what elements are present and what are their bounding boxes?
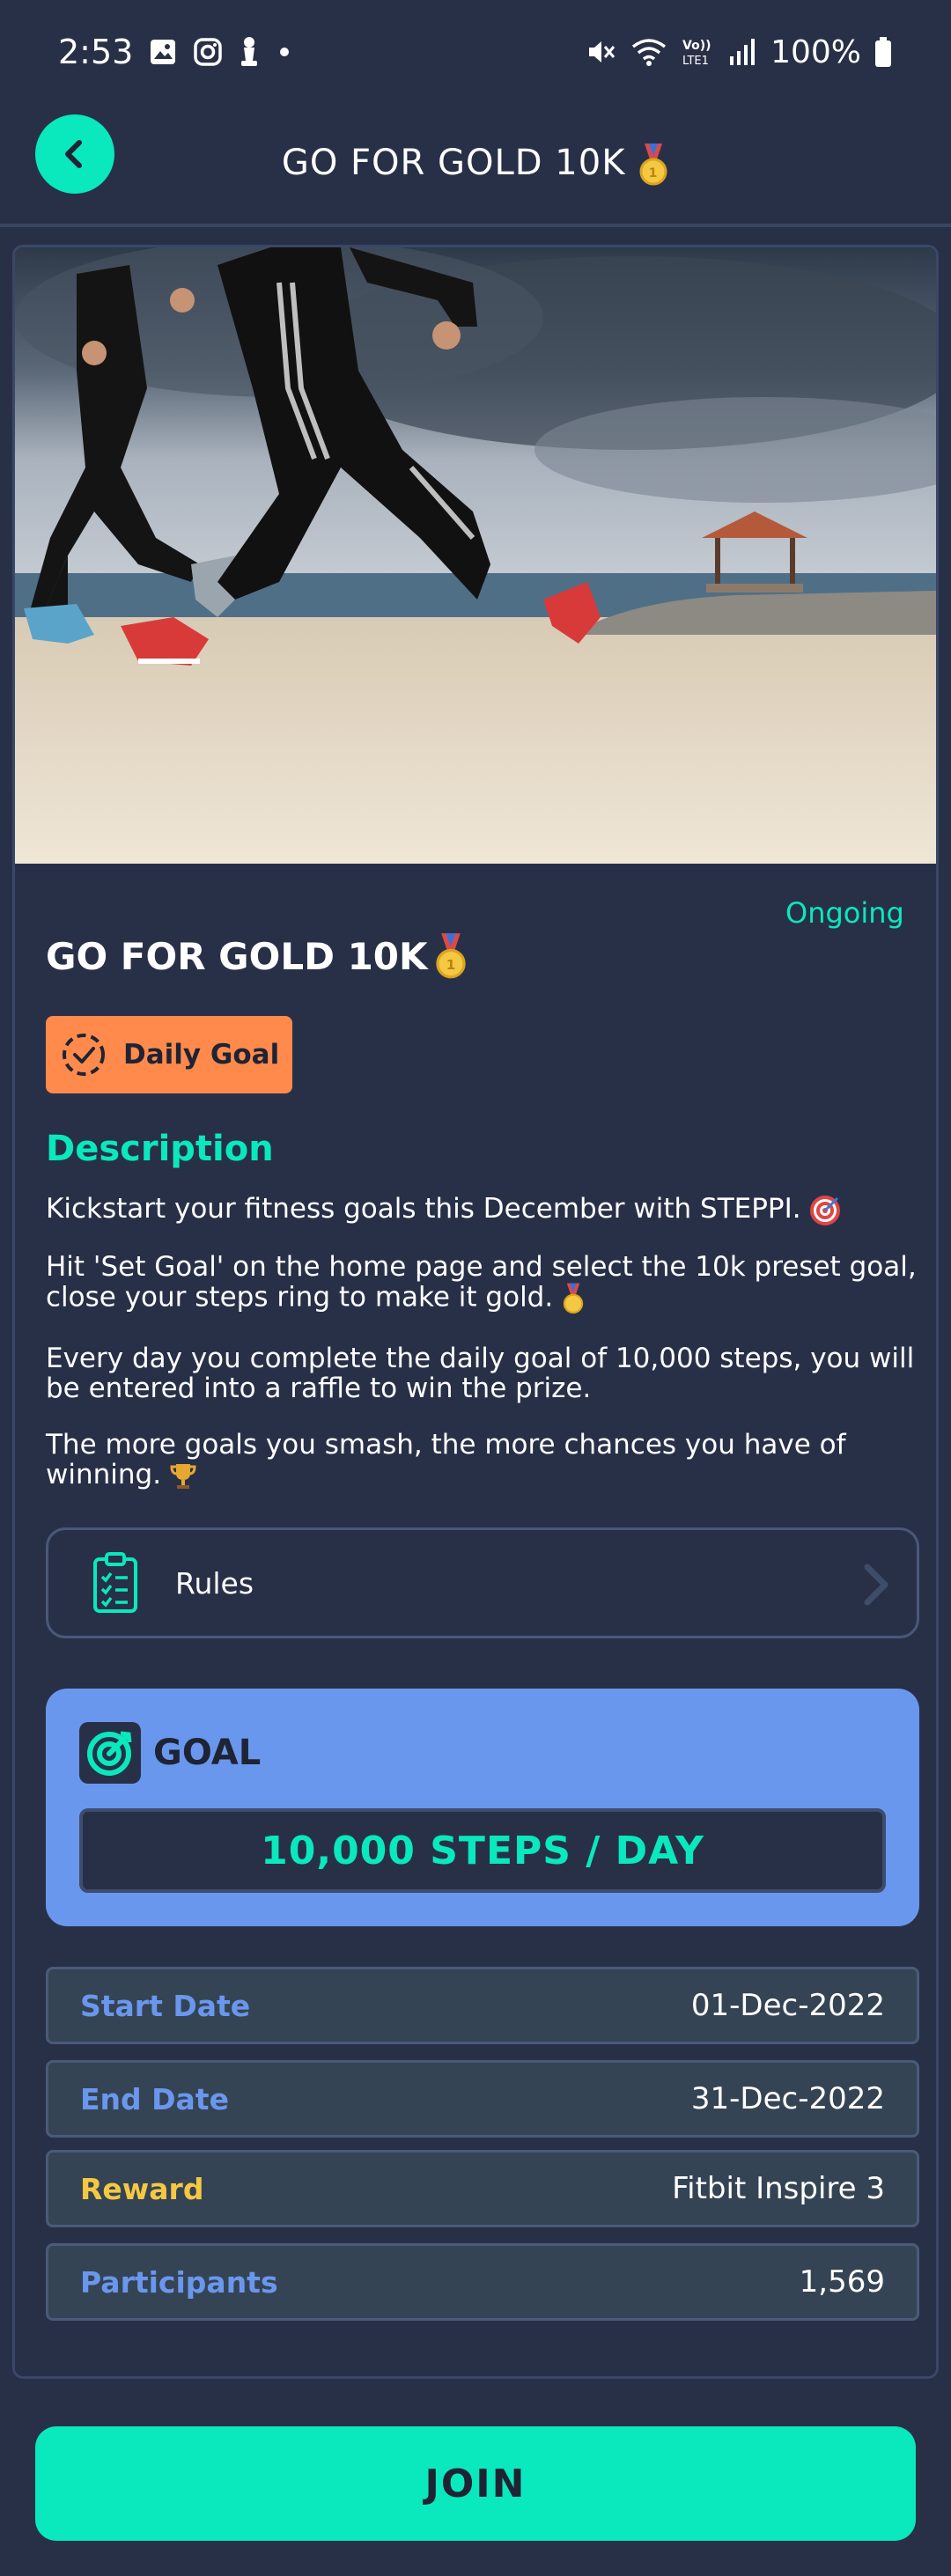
challenge-status-label: Ongoing — [785, 896, 904, 930]
app-header: GO FOR GOLD 10K 1 — [0, 104, 951, 225]
join-button[interactable]: JOIN — [35, 2426, 916, 2541]
trophy-icon — [170, 1463, 196, 1489]
battery-icon — [874, 36, 893, 68]
status-bar: 2:53 Vo)) LTE1 100% — [0, 0, 951, 104]
volte-icon: Vo)) LTE1 — [681, 36, 716, 68]
clipboard-checklist-icon — [93, 1552, 137, 1613]
description-paragraph: The more goals you smash, the more chanc… — [46, 1430, 918, 1490]
svg-text:Vo)): Vo)) — [682, 39, 711, 53]
target-icon — [810, 1195, 841, 1225]
info-label: Reward — [80, 2171, 204, 2206]
page-title: GO FOR GOLD 10K 1 — [282, 142, 669, 188]
info-label: End Date — [80, 2081, 229, 2116]
daily-goal-badge: Daily Goal — [46, 1016, 292, 1093]
signal-icon — [728, 37, 758, 67]
battery-percent: 100% — [770, 33, 861, 70]
status-time: 2:53 — [58, 33, 134, 71]
goal-label: GOAL — [153, 1733, 262, 1773]
reward-row: Reward Fitbit Inspire 3 — [46, 2150, 919, 2227]
chess-icon — [239, 36, 260, 68]
description-text: Hit 'Set Goal' on the home page and sele… — [46, 1251, 917, 1314]
svg-text:1: 1 — [649, 166, 659, 180]
info-value: 01-Dec-2022 — [690, 1988, 885, 2023]
gallery-icon — [149, 38, 177, 66]
goal-value: 10,000 STEPS / DAY — [79, 1808, 886, 1893]
goal-card: GOAL 10,000 STEPS / DAY — [46, 1689, 919, 1926]
description-paragraph: Kickstart your fitness goals this Decemb… — [46, 1194, 918, 1226]
description-text: The more goals you smash, the more chanc… — [46, 1429, 846, 1490]
description-text: Kickstart your fitness goals this Decemb… — [46, 1193, 801, 1225]
end-date-row: End Date 31-Dec-2022 — [46, 2060, 919, 2138]
challenge-title-text: GO FOR GOLD 10K — [46, 934, 428, 978]
chevron-left-icon — [65, 140, 82, 168]
hero-image — [15, 247, 936, 864]
start-date-row: Start Date 01-Dec-2022 — [46, 1967, 919, 2044]
mute-icon — [586, 36, 617, 68]
daily-goal-label: Daily Goal — [123, 1039, 280, 1071]
instagram-icon — [193, 37, 223, 67]
goal-header: GOAL — [79, 1722, 261, 1784]
participants-row: Participants 1,569 — [46, 2243, 919, 2321]
medal-icon: 1 — [435, 933, 466, 979]
svg-text:1: 1 — [446, 957, 454, 973]
goal-target-icon — [79, 1722, 141, 1784]
description-paragraph: Hit 'Set Goal' on the home page and sele… — [46, 1252, 918, 1315]
info-label: Start Date — [80, 1988, 251, 2023]
dashed-check-circle-icon — [63, 1034, 105, 1076]
rules-row[interactable]: Rules — [46, 1527, 919, 1638]
info-value: 31-Dec-2022 — [690, 2081, 885, 2116]
svg-text:LTE1: LTE1 — [682, 55, 709, 68]
description-paragraph: Every day you complete the daily goal of… — [46, 1343, 918, 1403]
medal-icon — [563, 1283, 584, 1314]
notification-dot-icon — [276, 43, 293, 61]
description-text: Every day you complete the daily goal of… — [46, 1343, 915, 1404]
back-button[interactable] — [35, 114, 114, 194]
challenge-title: GO FOR GOLD 10K 1 — [46, 931, 468, 981]
description-heading: Description — [46, 1129, 274, 1169]
info-label: Participants — [80, 2264, 278, 2300]
medal-icon: 1 — [639, 144, 667, 186]
wifi-icon — [630, 36, 668, 68]
info-value: Fitbit Inspire 3 — [672, 2171, 885, 2206]
rules-label: Rules — [175, 1565, 254, 1601]
page-title-text: GO FOR GOLD 10K — [281, 143, 626, 183]
chevron-right-icon — [864, 1564, 888, 1606]
header-divider — [0, 224, 951, 227]
info-value: 1,569 — [799, 2264, 885, 2300]
